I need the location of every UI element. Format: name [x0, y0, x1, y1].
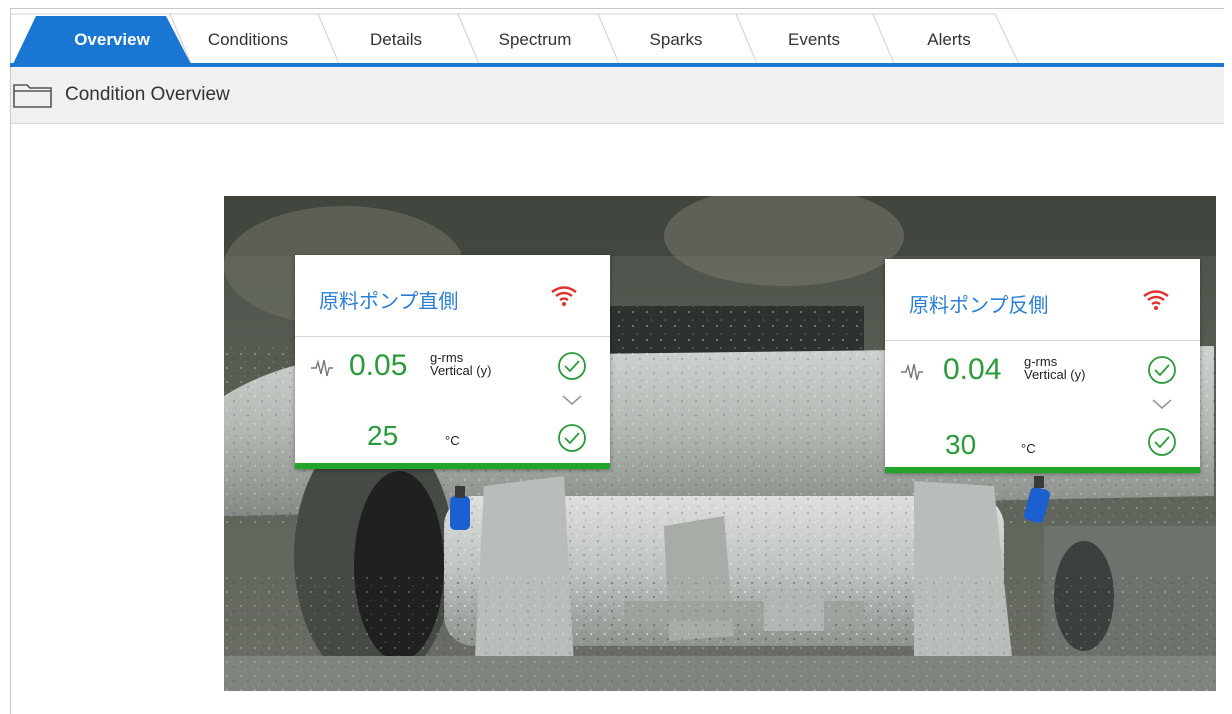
tab-alerts[interactable]: Alerts: [894, 30, 1004, 50]
tab-overview[interactable]: Overview: [57, 30, 167, 50]
chevron-down-icon[interactable]: [1151, 397, 1173, 411]
sensor-card[interactable]: 原料ポンプ直側 0.05 g-rms Vertical (y) 25 °C: [295, 255, 610, 469]
tab-spectrum[interactable]: Spectrum: [480, 30, 590, 50]
sensor-card[interactable]: 原料ポンプ反側 0.04 g-rms Vertical (y) 30 °C: [885, 259, 1200, 473]
temperature-unit: °C: [445, 433, 460, 448]
card-divider: [885, 340, 1200, 341]
temperature-value: 30: [945, 429, 977, 460]
tab-conditions[interactable]: Conditions: [193, 30, 303, 50]
tab-sparks[interactable]: Sparks: [621, 30, 731, 50]
folder-icon: [13, 84, 52, 108]
chevron-down-icon[interactable]: [561, 393, 583, 407]
vibration-value: 0.04: [943, 353, 1002, 386]
sensor-name: 原料ポンプ反側: [909, 295, 1049, 317]
status-ok-icon: [558, 424, 586, 452]
tab-details[interactable]: Details: [341, 30, 451, 50]
temperature-value: 25: [367, 420, 399, 451]
card-divider: [295, 336, 610, 337]
vibration-wave-icon: [311, 359, 333, 377]
sensor-name: 原料ポンプ直側: [319, 291, 459, 313]
section-header: Condition Overview: [11, 68, 1224, 124]
status-ok-icon: [1148, 428, 1176, 456]
status-bar: [885, 467, 1200, 473]
status-ok-icon: [558, 352, 586, 380]
wifi-signal-icon: [1143, 290, 1169, 310]
vibration-axis: Vertical (y): [430, 363, 492, 378]
vibration-axis: Vertical (y): [1024, 367, 1086, 382]
page-title: Condition Overview: [65, 84, 230, 105]
vibration-wave-icon: [901, 363, 923, 381]
status-bar: [295, 463, 610, 469]
tab-bar: Overview Conditions Details Spectrum Spa…: [10, 12, 1224, 68]
tab-events[interactable]: Events: [759, 30, 869, 50]
status-ok-icon: [1148, 356, 1176, 384]
wifi-signal-icon: [551, 286, 577, 306]
temperature-unit: °C: [1021, 441, 1036, 456]
vibration-value: 0.05: [349, 349, 408, 382]
